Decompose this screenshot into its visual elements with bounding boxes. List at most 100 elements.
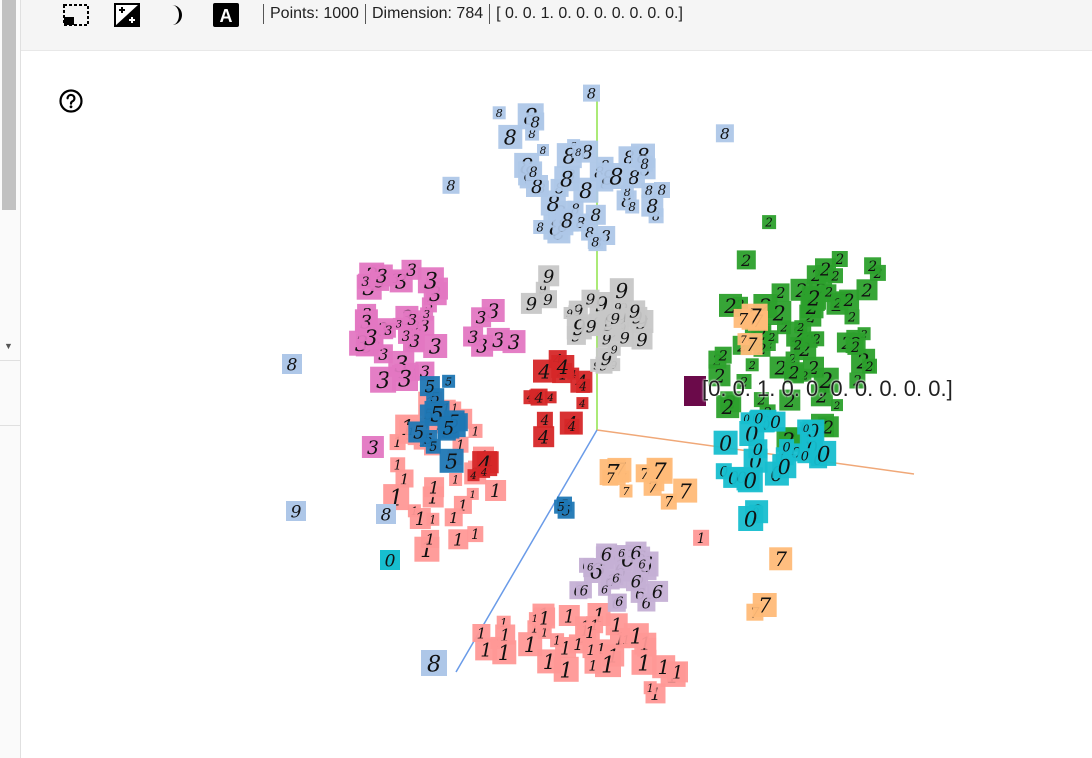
digit-sprite-1[interactable]: 1 xyxy=(584,656,602,675)
select-box-icon[interactable] xyxy=(61,0,91,30)
digit-sprite-1[interactable]: 1 xyxy=(550,633,565,648)
digit-sprite-4[interactable]: 4 xyxy=(533,426,555,448)
digit-sprite-3[interactable]: 3 xyxy=(502,330,526,354)
digit-sprite-5[interactable]: 5 xyxy=(439,448,464,474)
digit-sprite-2[interactable]: 2 xyxy=(794,320,808,334)
digit-sprite-6[interactable]: 6 xyxy=(635,556,650,572)
digit-sprite-3[interactable]: 3 xyxy=(420,307,434,321)
digit-sprite-8[interactable]: 8 xyxy=(573,177,599,205)
digit-sprite-0[interactable]: 0 xyxy=(748,439,768,459)
digit-sprite-4[interactable]: 4 xyxy=(576,397,589,410)
digit-sprite-7[interactable]: 7 xyxy=(619,484,633,499)
digit-sprite-2[interactable]: 2 xyxy=(828,268,843,285)
digit-sprite-3[interactable]: 3 xyxy=(423,334,448,359)
chevron-down-icon[interactable]: ▼ xyxy=(4,341,13,351)
digit-sprite-3[interactable]: 3 xyxy=(358,324,384,352)
digit-sprite-2[interactable]: 2 xyxy=(847,338,864,356)
digit-sprite-2[interactable]: 2 xyxy=(762,215,777,230)
digit-sprite-7[interactable]: 7 xyxy=(733,308,753,329)
digit-sprite-7[interactable]: 7 xyxy=(646,457,673,485)
digit-sprite-1[interactable]: 1 xyxy=(421,529,440,549)
digit-sprite-1[interactable]: 1 xyxy=(623,623,649,650)
digit-sprite-2[interactable]: 2 xyxy=(821,284,837,301)
digit-sprite-8[interactable]: 8 xyxy=(572,146,585,159)
digit-sprite-1[interactable]: 1 xyxy=(580,622,600,643)
digit-sprite-6[interactable]: 6 xyxy=(596,543,618,566)
digit-sprite-1[interactable]: 1 xyxy=(449,473,463,487)
digit-sprite-7[interactable]: 7 xyxy=(769,547,793,571)
digit-sprite-2[interactable]: 2 xyxy=(745,358,759,372)
digit-sprite-7[interactable]: 7 xyxy=(737,333,750,346)
digit-sprite-1[interactable]: 1 xyxy=(582,641,600,659)
digit-sprite-1[interactable]: 1 xyxy=(448,529,469,551)
digit-sprite-8[interactable]: 8 xyxy=(625,199,640,214)
digit-sprite-2[interactable]: 2 xyxy=(765,330,779,344)
digit-sprite-1[interactable]: 1 xyxy=(553,656,579,684)
digit-sprite-6[interactable]: 6 xyxy=(584,560,597,574)
digit-sprite-1[interactable]: 1 xyxy=(444,508,463,527)
digit-sprite-1[interactable]: 1 xyxy=(485,480,507,502)
digit-sprite-7[interactable]: 7 xyxy=(602,469,619,487)
digit-sprite-8[interactable]: 8 xyxy=(492,106,506,120)
digit-sprite-1[interactable]: 1 xyxy=(409,508,431,530)
digit-sprite-8[interactable]: 8 xyxy=(636,155,653,173)
digit-sprite-9[interactable]: 9 xyxy=(581,289,600,309)
projection-canvas[interactable]: 8888888888888888888888888888888888888888… xyxy=(21,51,1092,758)
digit-sprite-2[interactable]: 2 xyxy=(864,257,882,275)
digit-sprite-1[interactable]: 1 xyxy=(475,638,498,662)
digit-sprite-9[interactable]: 9 xyxy=(606,309,625,328)
digit-sprite-2[interactable]: 2 xyxy=(862,358,877,375)
digit-sprite-1[interactable]: 1 xyxy=(467,526,484,543)
digit-sprite-8[interactable]: 8 xyxy=(421,650,447,677)
digit-sprite-6[interactable]: 6 xyxy=(647,580,669,603)
digit-sprite-0[interactable]: 0 xyxy=(772,454,797,479)
moon-icon[interactable] xyxy=(165,0,189,30)
digit-sprite-2[interactable]: 2 xyxy=(844,309,860,326)
digit-sprite-0[interactable]: 0 xyxy=(738,506,764,533)
digit-sprite-0[interactable]: 0 xyxy=(380,550,400,571)
digit-sprite-6[interactable]: 6 xyxy=(626,571,646,593)
digit-sprite-6[interactable]: 6 xyxy=(611,593,627,610)
digit-sprite-9[interactable]: 9 xyxy=(539,290,557,309)
digit-sprite-9[interactable]: 9 xyxy=(581,316,602,338)
digit-sprite-1[interactable]: 1 xyxy=(528,612,541,625)
digit-sprite-7[interactable]: 7 xyxy=(752,593,777,618)
digit-sprite-0[interactable]: 0 xyxy=(800,422,813,435)
digit-sprite-3[interactable]: 3 xyxy=(417,267,444,295)
digit-sprite-3[interactable]: 3 xyxy=(392,365,418,392)
digit-sprite-5[interactable]: 5 xyxy=(419,376,440,398)
digit-sprite-3[interactable]: 3 xyxy=(361,436,384,459)
digit-sprite-2[interactable]: 2 xyxy=(839,289,860,311)
digit-sprite-4[interactable]: 4 xyxy=(551,355,575,379)
scrollbar[interactable] xyxy=(2,0,16,210)
digit-sprite-6[interactable]: 6 xyxy=(609,571,624,586)
digit-sprite-9[interactable]: 9 xyxy=(624,300,646,323)
digit-sprite-5[interactable]: 5 xyxy=(437,416,460,440)
digit-sprite-0[interactable]: 0 xyxy=(811,440,837,468)
digit-sprite-8[interactable]: 8 xyxy=(442,176,460,195)
digit-sprite-1[interactable]: 1 xyxy=(652,655,676,679)
digit-sprite-9[interactable]: 9 xyxy=(609,278,634,303)
digit-sprite-6[interactable]: 6 xyxy=(575,582,592,600)
digit-sprite-8[interactable]: 8 xyxy=(533,220,548,235)
digit-sprite-2[interactable]: 2 xyxy=(767,301,792,326)
digit-sprite-8[interactable]: 8 xyxy=(585,204,606,226)
digit-sprite-5[interactable]: 5 xyxy=(442,374,456,389)
digit-sprite-4[interactable]: 4 xyxy=(544,391,557,404)
digit-sprite-9[interactable]: 9 xyxy=(631,328,653,351)
digit-sprite-1[interactable]: 1 xyxy=(424,477,445,499)
digit-sprite-0[interactable]: 0 xyxy=(713,430,738,456)
digit-sprite-8[interactable]: 8 xyxy=(583,84,600,103)
digit-sprite-8[interactable]: 8 xyxy=(555,208,579,233)
digit-sprite-8[interactable]: 8 xyxy=(498,124,523,150)
digit-sprite-2[interactable]: 2 xyxy=(856,279,878,302)
digit-sprite-1[interactable]: 1 xyxy=(693,529,710,547)
digit-sprite-3[interactable]: 3 xyxy=(463,326,484,348)
digit-sprite-2[interactable]: 2 xyxy=(736,250,756,270)
digit-sprite-3[interactable]: 3 xyxy=(403,310,422,329)
digit-sprite-5[interactable]: 5 xyxy=(554,499,569,515)
digit-sprite-9[interactable]: 9 xyxy=(607,342,621,357)
digit-sprite-8[interactable]: 8 xyxy=(641,194,664,218)
digit-sprite-8[interactable]: 8 xyxy=(537,144,549,157)
digit-sprite-8[interactable]: 8 xyxy=(376,504,396,525)
